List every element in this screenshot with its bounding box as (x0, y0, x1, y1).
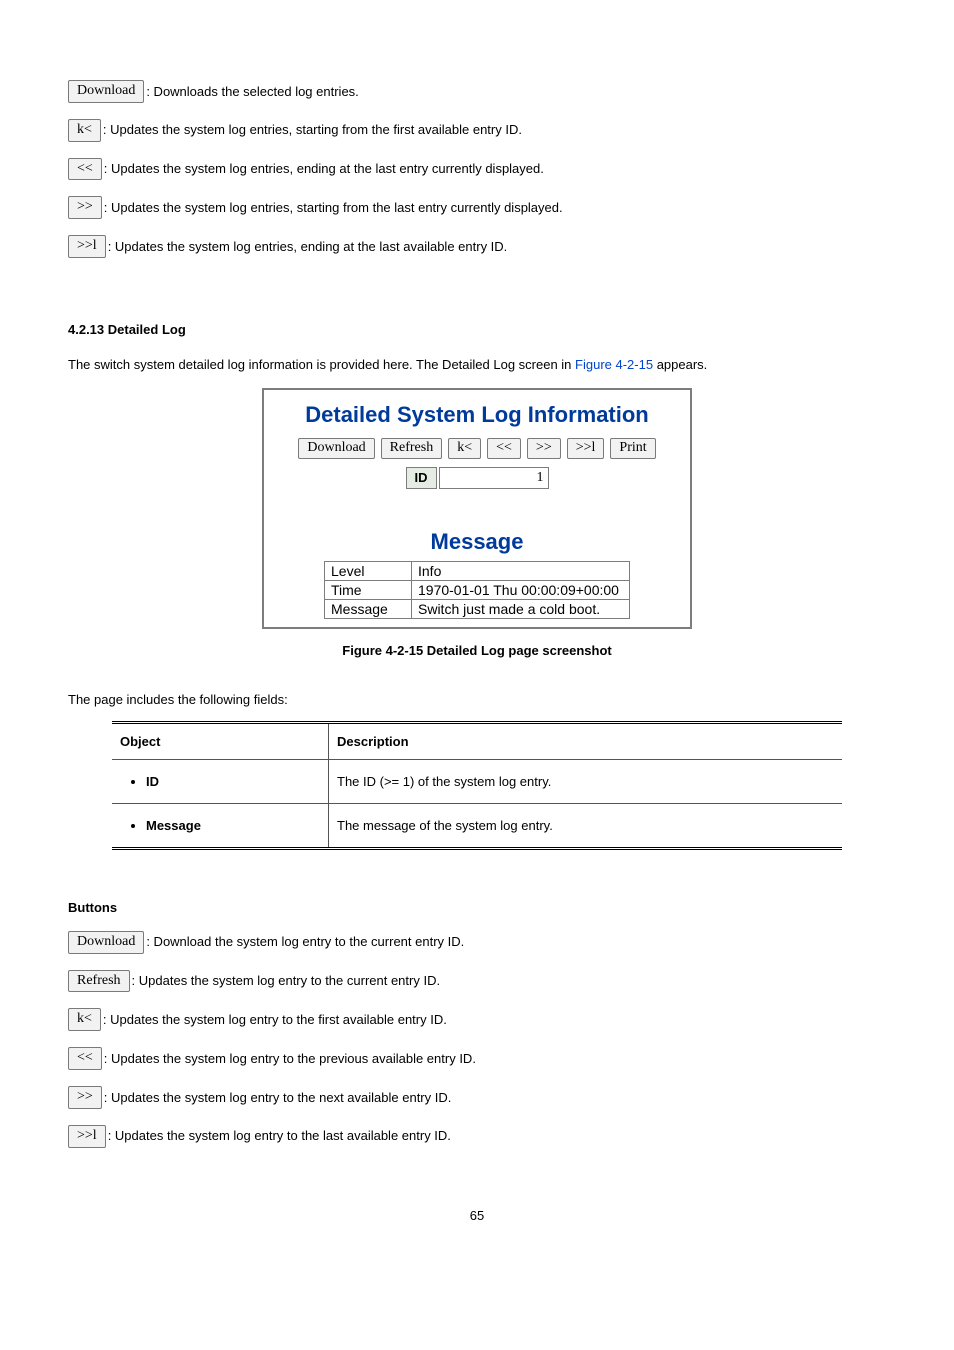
next-page-button[interactable]: >> (527, 438, 561, 459)
next-page-button[interactable]: >> (68, 1086, 102, 1109)
prev-page-button[interactable]: << (487, 438, 521, 459)
desc-text: : Updates the system log entry to the ne… (104, 1088, 452, 1108)
detailed-log-screenshot: Detailed System Log Information Download… (262, 388, 692, 629)
time-label: Time (325, 580, 412, 599)
next-page-button[interactable]: >> (68, 196, 102, 219)
desc-text: : Downloads the selected log entries. (146, 82, 358, 102)
message-value: Switch just made a cold boot. (412, 599, 630, 618)
intro-prefix: The switch system detailed log informati… (68, 357, 575, 372)
table-row: Message The message of the system log en… (112, 803, 842, 848)
message-label: Message (325, 599, 412, 618)
first-page-button[interactable]: k< (448, 438, 481, 459)
col-description: Description (329, 722, 843, 759)
last-page-button[interactable]: >>l (68, 1125, 106, 1148)
download-button[interactable]: Download (298, 438, 374, 459)
desc-text: : Updates the system log entries, starti… (104, 198, 563, 218)
col-object: Object (112, 722, 329, 759)
download-button[interactable]: Download (68, 931, 144, 954)
table-row: ID The ID (>= 1) of the system log entry… (112, 759, 842, 803)
level-label: Level (325, 561, 412, 580)
first-page-button[interactable]: k< (68, 119, 101, 142)
first-page-button[interactable]: k< (68, 1008, 101, 1031)
field-table: Object Description ID The ID (>= 1) of t… (112, 721, 842, 850)
id-input[interactable]: 1 (439, 467, 549, 489)
bottom-btn-row-2: k< : Updates the system log entry to the… (68, 1008, 886, 1031)
prev-page-button[interactable]: << (68, 1047, 102, 1070)
level-value: Info (412, 561, 630, 580)
bottom-btn-row-1: Refresh : Updates the system log entry t… (68, 970, 886, 993)
refresh-button[interactable]: Refresh (68, 970, 130, 993)
buttons-heading: Buttons (68, 900, 886, 915)
intro-paragraph: The switch system detailed log informati… (68, 357, 886, 372)
table-row: Level Info (325, 561, 630, 580)
time-value: 1970-01-01 Thu 00:00:09+00:00 (412, 580, 630, 599)
prev-page-button[interactable]: << (68, 158, 102, 181)
object-id: ID (146, 774, 320, 789)
section-heading: 4.2.13 Detailed Log (68, 322, 886, 337)
figure-caption-text: Detailed Log page screenshot (427, 643, 612, 658)
page-number: 65 (68, 1208, 886, 1223)
desc-text: : Updates the system log entries, starti… (103, 120, 522, 140)
message-heading: Message (270, 529, 684, 555)
bottom-btn-row-5: >>l : Updates the system log entry to th… (68, 1125, 886, 1148)
message-table: Level Info Time 1970-01-01 Thu 00:00:09+… (324, 561, 630, 619)
table-row: Message Switch just made a cold boot. (325, 599, 630, 618)
figure-caption: Figure 4-2-15 Detailed Log page screensh… (68, 643, 886, 658)
table-header-row: Object Description (112, 722, 842, 759)
desc-text: : Updates the system log entry to the la… (108, 1126, 451, 1146)
object-message: Message (146, 818, 320, 833)
description-cell: The message of the system log entry. (329, 803, 843, 848)
bottom-btn-row-4: >> : Updates the system log entry to the… (68, 1086, 886, 1109)
id-label: ID (406, 467, 437, 489)
object-cell: Message (112, 803, 329, 848)
last-page-button[interactable]: >>l (68, 235, 106, 258)
screenshot-button-row: Download Refresh k< << >> >>l Print (270, 438, 684, 459)
top-btn-row-3: >> : Updates the system log entries, sta… (68, 196, 886, 219)
intro-suffix: appears. (653, 357, 707, 372)
last-page-button[interactable]: >>l (567, 438, 605, 459)
desc-text: : Updates the system log entry to the fi… (103, 1010, 447, 1030)
print-button[interactable]: Print (610, 438, 655, 459)
description-cell: The ID (>= 1) of the system log entry. (329, 759, 843, 803)
top-btn-row-1: k< : Updates the system log entries, sta… (68, 119, 886, 142)
fields-intro: The page includes the following fields: (68, 692, 886, 707)
desc-text: : Updates the system log entry to the pr… (104, 1049, 476, 1069)
top-btn-row-0: Download : Downloads the selected log en… (68, 80, 886, 103)
desc-text: : Updates the system log entry to the cu… (132, 971, 441, 991)
desc-text: : Updates the system log entries, ending… (104, 159, 544, 179)
desc-text: : Download the system log entry to the c… (146, 932, 464, 952)
table-row: Time 1970-01-01 Thu 00:00:09+00:00 (325, 580, 630, 599)
bottom-btn-row-0: Download : Download the system log entry… (68, 931, 886, 954)
object-cell: ID (112, 759, 329, 803)
screenshot-title: Detailed System Log Information (270, 402, 684, 428)
top-btn-row-2: << : Updates the system log entries, end… (68, 158, 886, 181)
desc-text: : Updates the system log entries, ending… (108, 237, 508, 257)
top-btn-row-4: >>l : Updates the system log entries, en… (68, 235, 886, 258)
download-button[interactable]: Download (68, 80, 144, 103)
bottom-btn-row-3: << : Updates the system log entry to the… (68, 1047, 886, 1070)
figure-caption-prefix: Figure 4-2-15 (342, 643, 427, 658)
figure-link[interactable]: Figure 4-2-15 (575, 357, 653, 372)
id-row: ID 1 (270, 467, 684, 489)
refresh-button[interactable]: Refresh (381, 438, 443, 459)
